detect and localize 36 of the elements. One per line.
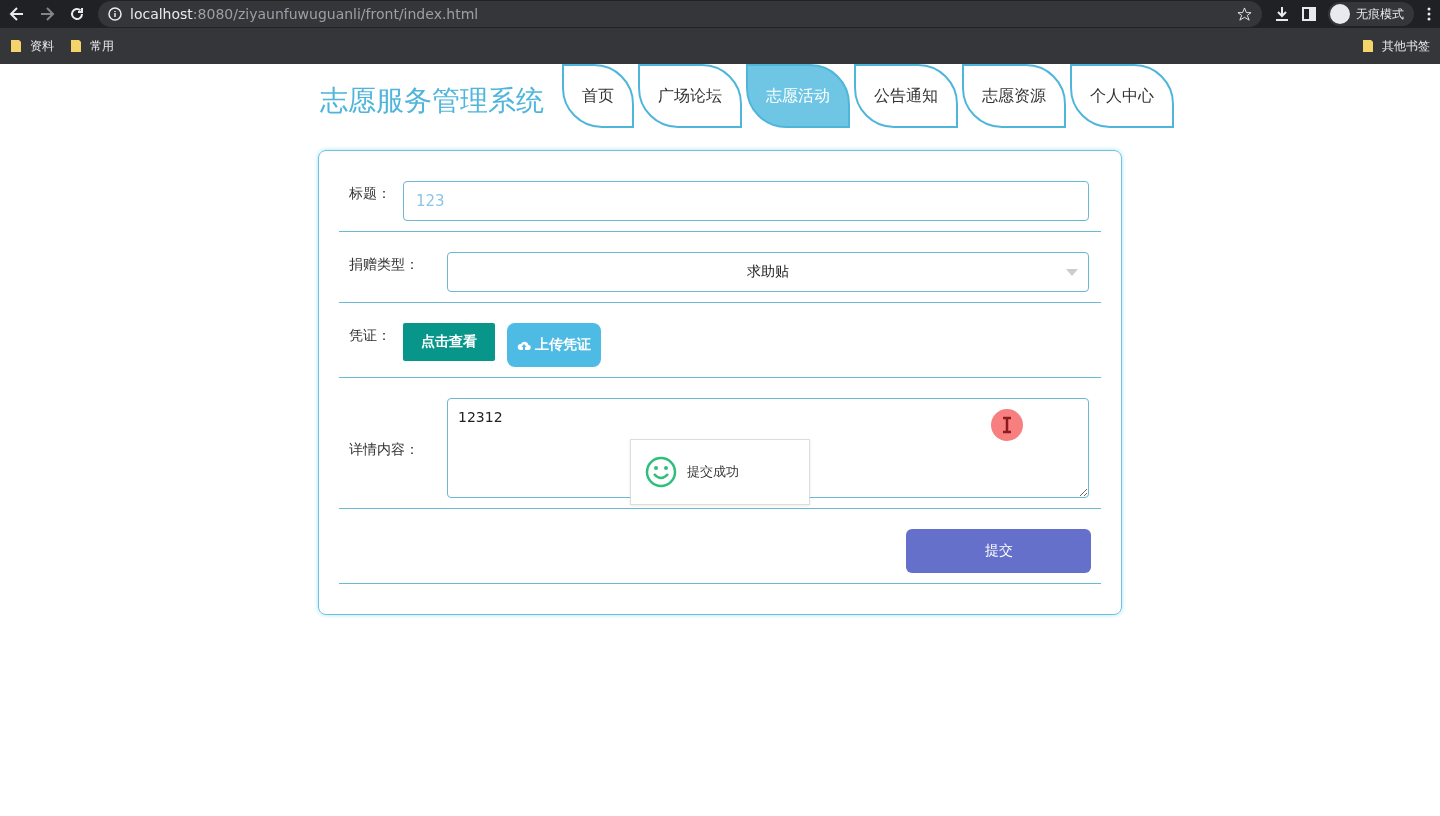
field-label: 捐赠类型： [349,255,420,274]
submit-button[interactable]: 提交 [906,529,1091,573]
field-label: 详情内容： [349,440,420,459]
side-panel-icon[interactable] [1302,7,1316,21]
url-text: localhost:8080/ziyaunfuwuguanli/front/index.html [130,6,479,22]
folder-icon [70,39,82,53]
cloud-upload-icon [517,339,531,351]
folder-icon [1362,39,1374,53]
bookmark-link[interactable]: 其他书签 [1362,37,1430,55]
incognito-icon [1330,4,1350,24]
smiley-icon [645,456,677,488]
bookmark-link[interactable]: 常用 [70,37,114,55]
star-icon[interactable] [1237,6,1252,22]
caret-icon [1066,269,1078,276]
download-icon[interactable] [1274,6,1290,22]
view-button[interactable]: 点击查看 [403,323,495,361]
menu-icon[interactable] [1426,6,1432,22]
nav-tab[interactable]: 广场论坛 [638,64,742,128]
reload-icon[interactable] [68,5,86,23]
text-cursor-icon [991,409,1023,441]
back-arrow-icon[interactable] [8,5,26,23]
bookmark-link[interactable]: 资料 [10,37,54,55]
address-bar[interactable]: localhost:8080/ziyaunfuwuguanli/front/index.html [98,1,1262,27]
nav-tab[interactable]: 首页 [562,64,634,128]
field-label: 凭证： [349,326,391,345]
forward-arrow-icon[interactable] [38,5,56,23]
incognito-badge[interactable]: 无痕模式 [1328,2,1414,26]
field-label: 标题： [349,184,391,203]
nav-tab[interactable]: 志愿资源 [962,64,1066,128]
folder-icon [10,39,22,53]
info-icon [108,7,122,21]
nav-tab[interactable]: 个人中心 [1070,64,1174,128]
type-select[interactable]: 求助贴 [447,252,1089,292]
site-title: 志愿服务管理系统 [320,83,544,119]
toast-text: 提交成功 [687,463,739,481]
nav-tab[interactable]: 公告通知 [854,64,958,128]
